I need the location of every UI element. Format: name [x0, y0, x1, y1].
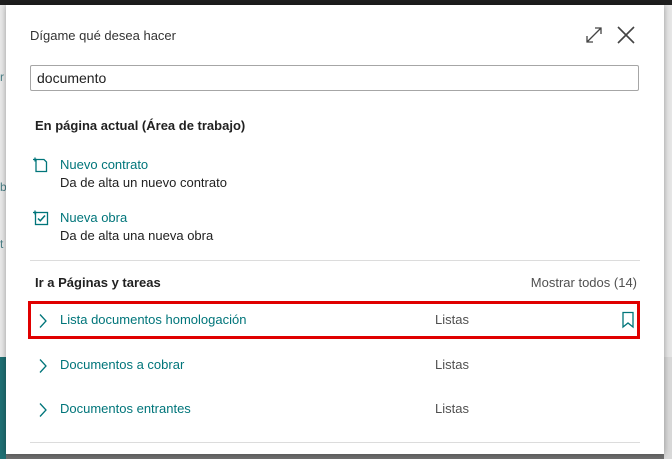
section-heading-current-page: En página actual (Área de trabajo) [35, 118, 246, 133]
result-category: Listas [435, 357, 469, 372]
tell-me-dialog: Dígame qué desea hacer En página actual … [6, 5, 664, 454]
expand-button[interactable] [582, 23, 606, 47]
bookmark-icon[interactable] [621, 311, 635, 329]
action-description: Da de alta una nueva obra [60, 228, 214, 243]
action-new-contract[interactable]: Nuevo contrato Da de alta un nuevo contr… [33, 157, 633, 197]
action-description: Da de alta un nuevo contrato [60, 175, 227, 190]
chevron-right-icon [39, 314, 47, 328]
new-task-icon [33, 210, 49, 226]
close-button[interactable] [614, 23, 638, 47]
expand-icon [586, 27, 602, 43]
result-category: Listas [435, 312, 469, 327]
action-title: Nuevo contrato [60, 157, 149, 172]
result-row-documentos-a-cobrar[interactable]: Documentos a cobrar Listas [30, 348, 640, 384]
search-input[interactable] [30, 65, 639, 91]
section-heading-pages: Ir a Páginas y tareas [35, 275, 161, 290]
result-row-documentos-entrantes[interactable]: Documentos entrantes Listas [30, 392, 640, 428]
result-row-lista-documentos-homologacion[interactable]: Lista documentos homologación Listas [30, 303, 640, 339]
new-document-icon [33, 157, 48, 173]
section-divider [30, 260, 640, 261]
background-block [664, 357, 672, 459]
background-fragment: t [0, 237, 4, 251]
action-title: Nueva obra [60, 210, 128, 225]
result-name: Lista documentos homologación [60, 312, 247, 327]
bottom-divider [30, 442, 640, 443]
close-icon [617, 26, 635, 44]
result-name: Documentos a cobrar [60, 357, 185, 372]
result-category: Listas [435, 401, 469, 416]
show-all-link[interactable]: Mostrar todos (14) [531, 275, 637, 290]
chevron-right-icon [39, 359, 47, 373]
result-name: Documentos entrantes [60, 401, 191, 416]
dialog-title: Dígame qué desea hacer [30, 28, 176, 43]
background-fragment: r [0, 70, 4, 84]
background-right-panel [664, 5, 672, 459]
action-new-work[interactable]: Nueva obra Da de alta una nueva obra [33, 210, 633, 250]
chevron-right-icon [39, 403, 47, 417]
